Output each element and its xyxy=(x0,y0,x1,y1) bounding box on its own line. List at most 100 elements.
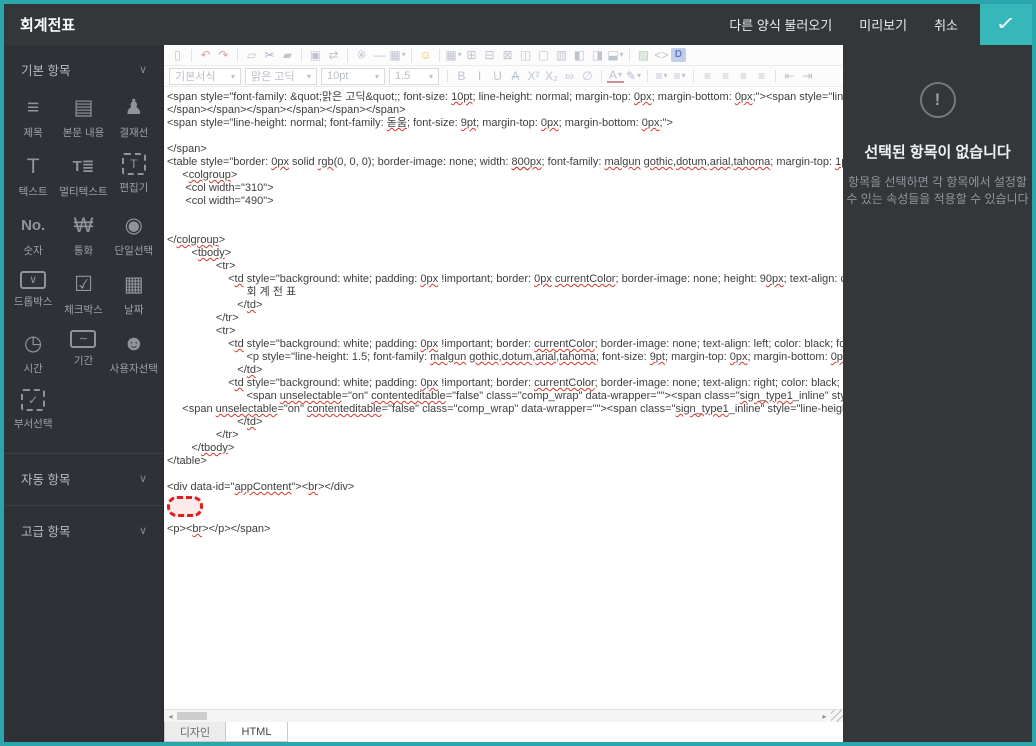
code-line[interactable]: </tr> xyxy=(167,429,843,442)
code-line[interactable]: </span></span></span></span></span></spa… xyxy=(167,104,843,117)
sidebar-item-body-content[interactable]: ▤본문 내용 xyxy=(58,94,108,140)
code-line[interactable]: <span unselectable="on" contenteditable=… xyxy=(167,403,843,416)
find-replace-icon[interactable]: ⇄ xyxy=(325,49,342,61)
highlight-color-icon[interactable]: ✎▾ xyxy=(625,70,642,82)
ordered-list-icon[interactable]: ≡▾ xyxy=(653,70,670,82)
code-line[interactable]: <tr> xyxy=(167,260,843,273)
sidebar-item-checkbox[interactable]: ☑체크박스 xyxy=(58,271,108,317)
load-other-form-button[interactable]: 다른 양식 불러오기 xyxy=(729,15,832,34)
redo-icon[interactable]: ↷ xyxy=(215,49,232,61)
code-line[interactable] xyxy=(167,130,843,143)
subscript-icon[interactable]: X₂ xyxy=(543,70,560,82)
code-line[interactable]: </colgroup> xyxy=(167,234,843,247)
html-code-icon[interactable]: <> xyxy=(653,49,670,61)
underline-icon[interactable]: U xyxy=(489,70,506,82)
code-line[interactable] xyxy=(167,221,843,234)
sidebar-item-editor-component[interactable]: T편집기 xyxy=(109,153,159,199)
code-line[interactable]: <td style="background: white; padding: 0… xyxy=(167,338,843,351)
tab-디자인[interactable]: 디자인 xyxy=(164,722,226,742)
code-line[interactable] xyxy=(167,208,843,221)
code-line[interactable]: </td> xyxy=(167,416,843,429)
sidebar-item-title[interactable]: ≡제목 xyxy=(8,94,58,140)
copy-icon[interactable]: ▱ xyxy=(243,49,260,61)
code-line[interactable]: <tr> xyxy=(167,325,843,338)
sidebar-item-user-select[interactable]: ☻사용자선택 xyxy=(109,330,159,376)
sidebar-item-date[interactable]: ▦날짜 xyxy=(109,271,159,317)
superscript-icon[interactable]: X² xyxy=(525,70,542,82)
code-line[interactable]: <span style="line-height: normal; font-f… xyxy=(167,117,843,130)
sidebar-item-currency[interactable]: ₩통화 xyxy=(58,212,108,258)
sidebar-item-dropdown-box[interactable]: ∨드롭박스 xyxy=(8,271,58,317)
resize-grip[interactable] xyxy=(831,710,843,722)
code-editor[interactable]: <span style="font-family: &quot;맑은 고딕&qu… xyxy=(164,87,843,709)
preview-button[interactable]: 미리보기 xyxy=(859,15,907,34)
code-line[interactable]: </tr> xyxy=(167,312,843,325)
delete-cell-icon[interactable]: ⊠ xyxy=(499,49,516,61)
fill-color-icon[interactable]: ⬓▾ xyxy=(607,49,624,61)
insert-row-icon[interactable]: ⊞ xyxy=(463,49,480,61)
align-right-icon[interactable]: ≡ xyxy=(735,70,752,82)
image-icon[interactable]: ▨ xyxy=(635,49,652,61)
emoticon-icon[interactable]: ☺ xyxy=(417,49,434,61)
horizontal-line-icon[interactable]: — xyxy=(371,49,388,61)
code-line[interactable]: <p><br></p></span> xyxy=(167,523,843,536)
scroll-right-arrow-icon[interactable]: ▸ xyxy=(818,712,831,721)
sidebar-item-approval-line[interactable]: ♟결재선 xyxy=(109,94,159,140)
code-line[interactable]: 회 계 전 표 xyxy=(167,286,843,299)
confirm-button[interactable]: ✓ xyxy=(980,4,1032,45)
sidebar-item-text[interactable]: T텍스트 xyxy=(8,153,58,199)
new-document-icon[interactable]: ▯ xyxy=(169,49,186,61)
align-center-icon[interactable]: ≡ xyxy=(717,70,734,82)
sidebar-item-time[interactable]: ◷시간 xyxy=(8,330,58,376)
font-color-icon[interactable]: A▾ xyxy=(607,69,624,83)
outdent-icon[interactable]: ⇤ xyxy=(781,70,798,82)
unordered-list-icon[interactable]: ≡▾ xyxy=(671,70,688,82)
sidebar-item-number[interactable]: No.숫자 xyxy=(8,212,58,258)
code-line[interactable]: <td style="background: white; padding: 0… xyxy=(167,377,843,390)
sidebar-item-multi-text[interactable]: T≣멀티텍스트 xyxy=(58,153,108,199)
code-line[interactable]: <tbody> xyxy=(167,247,843,260)
bold-icon[interactable]: B xyxy=(453,70,470,82)
code-line[interactable]: <td style="background: white; padding: 0… xyxy=(167,273,843,286)
unlink-icon[interactable]: ∅ xyxy=(579,70,596,82)
line-height-select[interactable]: 1.5▾ xyxy=(389,68,439,85)
sidebar-section-1[interactable]: 자동 항목∨ xyxy=(4,454,163,497)
save-template-icon[interactable]: ▣ xyxy=(307,49,324,61)
cancel-button[interactable]: 취소 xyxy=(934,15,958,34)
table-border-icon[interactable]: ▥ xyxy=(553,49,570,61)
code-line[interactable]: <colgroup> xyxy=(167,169,843,182)
code-line[interactable]: </table> xyxy=(167,455,843,468)
special-char-icon[interactable]: ※ xyxy=(353,49,370,61)
font-size-select[interactable]: 10pt▾ xyxy=(321,68,385,85)
tab-html[interactable]: HTML xyxy=(226,722,288,742)
insert-col-icon[interactable]: ⊟ xyxy=(481,49,498,61)
scrollbar-thumb[interactable] xyxy=(177,712,207,720)
sidebar-section-0[interactable]: 기본 항목∨ xyxy=(4,45,163,88)
code-line[interactable]: <p style="line-height: 1.5; font-family:… xyxy=(167,351,843,364)
align-left-icon[interactable]: ≡ xyxy=(699,70,716,82)
code-line[interactable]: </td> xyxy=(167,299,843,312)
sidebar-item-department-select[interactable]: ✓부서선택 xyxy=(8,389,58,431)
code-line[interactable]: </td> xyxy=(167,364,843,377)
code-line[interactable]: </span> xyxy=(167,143,843,156)
indent-icon[interactable]: ⇥ xyxy=(799,70,816,82)
font-family-select[interactable]: 맑은 고딕▾ xyxy=(245,68,317,85)
paragraph-style-select[interactable]: 기본서식▾ xyxy=(169,68,241,85)
sidebar-item-period[interactable]: ∼기간 xyxy=(58,330,108,376)
code-line[interactable]: <col width="310"> xyxy=(167,182,843,195)
cell-border-icon[interactable]: ▢ xyxy=(535,49,552,61)
horizontal-scrollbar[interactable]: ◂ ▸ xyxy=(164,709,843,722)
code-line[interactable] xyxy=(167,468,843,481)
code-line[interactable]: <span style="font-family: &quot;맑은 고딕&qu… xyxy=(167,91,843,104)
code-line[interactable]: </tbody> xyxy=(167,442,843,455)
code-line[interactable]: <table style="border: 0px solid rgb(0, 0… xyxy=(167,156,843,169)
scroll-left-arrow-icon[interactable]: ◂ xyxy=(164,712,177,721)
split-cell-icon[interactable]: ◧ xyxy=(571,49,588,61)
merge-cell-icon[interactable]: ◫ xyxy=(517,49,534,61)
form-template-icon[interactable]: ▦▾ xyxy=(389,49,406,61)
code-line[interactable] xyxy=(167,494,843,523)
align-justify-icon[interactable]: ≡ xyxy=(753,70,770,82)
link-icon[interactable]: ∞ xyxy=(561,70,578,82)
undo-icon[interactable]: ↶ xyxy=(197,49,214,61)
sidebar-section-2[interactable]: 고급 항목∨ xyxy=(4,506,163,549)
